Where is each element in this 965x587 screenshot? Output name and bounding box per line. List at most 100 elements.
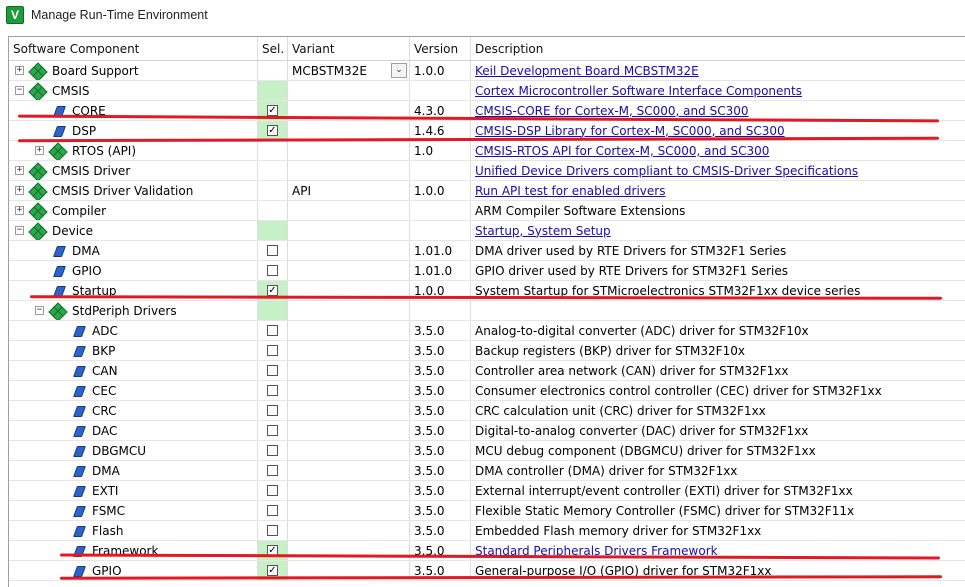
header-software-component[interactable]: Software Component (9, 37, 258, 60)
sel-cell[interactable] (258, 501, 288, 520)
description-link[interactable]: Unified Device Drivers compliant to CMSI… (475, 164, 858, 178)
component-row[interactable]: DMA 3.5.0 DMA controller (DMA) driver for … (9, 461, 965, 481)
component-name-cell[interactable]: + CMSIS Driver Validation (9, 181, 258, 200)
component-name-cell[interactable]: Framework (9, 541, 258, 560)
description-link[interactable]: Run API test for enabled drivers (475, 184, 665, 198)
sel-cell[interactable] (258, 461, 288, 480)
component-name-cell[interactable]: DBGMCU (9, 441, 258, 460)
sel-cell[interactable] (258, 401, 288, 420)
component-name-cell[interactable]: DSP (9, 121, 258, 140)
sel-cell[interactable] (258, 441, 288, 460)
sel-cell[interactable] (258, 481, 288, 500)
component-name-cell[interactable]: − Device (9, 221, 258, 240)
component-row[interactable]: ADC 3.5.0 Analog-to-digital converter (ADC… (9, 321, 965, 341)
description-link[interactable]: Cortex Microcontroller Software Interfac… (475, 84, 802, 98)
sel-cell[interactable] (258, 61, 288, 80)
sel-cell[interactable] (258, 221, 288, 240)
collapse-icon[interactable]: − (15, 226, 24, 235)
component-row[interactable]: DBGMCU 3.5.0 MCU debug component (DBGMCU) … (9, 441, 965, 461)
variant-cell[interactable]: MCBSTM32E ⌄ (288, 61, 410, 80)
component-row[interactable]: GPIO 1.01.0 GPIO driver used by RTE Driver… (9, 261, 965, 281)
expand-icon[interactable]: + (15, 186, 24, 195)
component-name-cell[interactable]: + Compiler (9, 201, 258, 220)
component-name-cell[interactable]: FSMC (9, 501, 258, 520)
component-name-cell[interactable]: + CMSIS Driver (9, 161, 258, 180)
component-name-cell[interactable]: GPIO (9, 261, 258, 280)
component-name-cell[interactable]: ADC (9, 321, 258, 340)
select-checkbox[interactable] (267, 485, 278, 496)
collapse-icon[interactable]: − (35, 306, 44, 315)
select-checkbox-checked[interactable]: ✓ (267, 105, 278, 116)
component-name-cell[interactable]: − CMSIS (9, 81, 258, 100)
description-cell[interactable]: Run API test for enabled drivers (471, 181, 965, 200)
expand-icon[interactable]: + (15, 206, 24, 215)
component-name-cell[interactable]: + RTOS (API) (9, 141, 258, 160)
expand-icon[interactable]: + (15, 166, 24, 175)
component-row[interactable]: + CMSIS Driver Unified Device Drivers comp… (9, 161, 965, 181)
component-row[interactable]: CAN 3.5.0 Controller area network (CAN) dr… (9, 361, 965, 381)
select-checkbox[interactable] (267, 405, 278, 416)
sel-cell[interactable] (258, 341, 288, 360)
select-checkbox[interactable] (267, 425, 278, 436)
select-checkbox[interactable] (267, 345, 278, 356)
component-name-cell[interactable]: + Board Support (9, 61, 258, 80)
component-row[interactable]: Flash 3.5.0 Embedded Flash memory driver f… (9, 521, 965, 541)
description-cell[interactable]: Startup, System Setup (471, 221, 965, 240)
description-link[interactable]: CMSIS-DSP Library for Cortex-M, SC000, a… (475, 124, 785, 138)
component-name-cell[interactable]: DAC (9, 421, 258, 440)
description-cell[interactable]: Cortex Microcontroller Software Interfac… (471, 81, 965, 100)
select-checkbox[interactable] (267, 325, 278, 336)
sel-cell[interactable] (258, 161, 288, 180)
header-variant[interactable]: Variant (288, 37, 410, 60)
description-cell[interactable]: Keil Development Board MCBSTM32E (471, 61, 965, 80)
select-checkbox[interactable] (267, 365, 278, 376)
variant-dropdown-chevron-icon[interactable]: ⌄ (391, 63, 407, 78)
description-cell[interactable]: CMSIS-RTOS API for Cortex-M, SC000, and … (471, 141, 965, 160)
component-row[interactable]: EXTI 3.5.0 External interrupt/event contro… (9, 481, 965, 501)
sel-cell[interactable] (258, 241, 288, 260)
description-link[interactable]: CMSIS-RTOS API for Cortex-M, SC000, and … (475, 144, 769, 158)
select-checkbox[interactable] (267, 445, 278, 456)
component-name-cell[interactable]: DMA (9, 461, 258, 480)
description-link[interactable]: Keil Development Board MCBSTM32E (475, 64, 699, 78)
sel-cell[interactable] (258, 521, 288, 540)
component-name-cell[interactable]: CRC (9, 401, 258, 420)
description-link[interactable]: Startup, System Setup (475, 224, 611, 238)
component-row[interactable]: CEC 3.5.0 Consumer electronics control con… (9, 381, 965, 401)
sel-cell[interactable]: ✓ (258, 121, 288, 140)
component-row[interactable]: BKP 3.5.0 Backup registers (BKP) driver fo… (9, 341, 965, 361)
select-checkbox[interactable] (267, 385, 278, 396)
component-row[interactable]: + CMSIS Driver Validation API 1.0.0 Run API … (9, 181, 965, 201)
component-row[interactable]: CRC 3.5.0 CRC calculation unit (CRC) drive… (9, 401, 965, 421)
header-description[interactable]: Description (471, 37, 965, 60)
sel-cell[interactable] (258, 201, 288, 220)
component-row[interactable]: − Device Startup, System Setup (9, 221, 965, 241)
select-checkbox[interactable] (267, 265, 278, 276)
component-row[interactable]: FSMC 3.5.0 Flexible Static Memory Controll… (9, 501, 965, 521)
select-checkbox[interactable] (267, 465, 278, 476)
sel-cell[interactable] (258, 301, 288, 320)
sel-cell[interactable] (258, 141, 288, 160)
description-link[interactable]: CMSIS-CORE for Cortex-M, SC000, and SC30… (475, 104, 748, 118)
select-checkbox-checked[interactable]: ✓ (267, 125, 278, 136)
select-checkbox-checked[interactable]: ✓ (267, 565, 278, 576)
component-name-cell[interactable]: EXTI (9, 481, 258, 500)
component-row[interactable]: + Compiler ARM Compiler Software Extension… (9, 201, 965, 221)
sel-cell[interactable] (258, 321, 288, 340)
component-name-cell[interactable]: BKP (9, 341, 258, 360)
header-sel[interactable]: Sel. (258, 37, 288, 60)
sel-cell[interactable] (258, 261, 288, 280)
expand-icon[interactable]: + (35, 146, 44, 155)
select-checkbox-checked[interactable]: ✓ (267, 285, 278, 296)
sel-cell[interactable] (258, 381, 288, 400)
select-checkbox[interactable] (267, 505, 278, 516)
component-name-cell[interactable]: Flash (9, 521, 258, 540)
component-row[interactable]: − StdPeriph Drivers (9, 301, 965, 321)
component-name-cell[interactable]: − StdPeriph Drivers (9, 301, 258, 320)
sel-cell[interactable] (258, 81, 288, 100)
component-name-cell[interactable]: CEC (9, 381, 258, 400)
select-checkbox[interactable] (267, 245, 278, 256)
sel-cell[interactable] (258, 361, 288, 380)
select-checkbox[interactable] (267, 525, 278, 536)
component-name-cell[interactable]: CAN (9, 361, 258, 380)
